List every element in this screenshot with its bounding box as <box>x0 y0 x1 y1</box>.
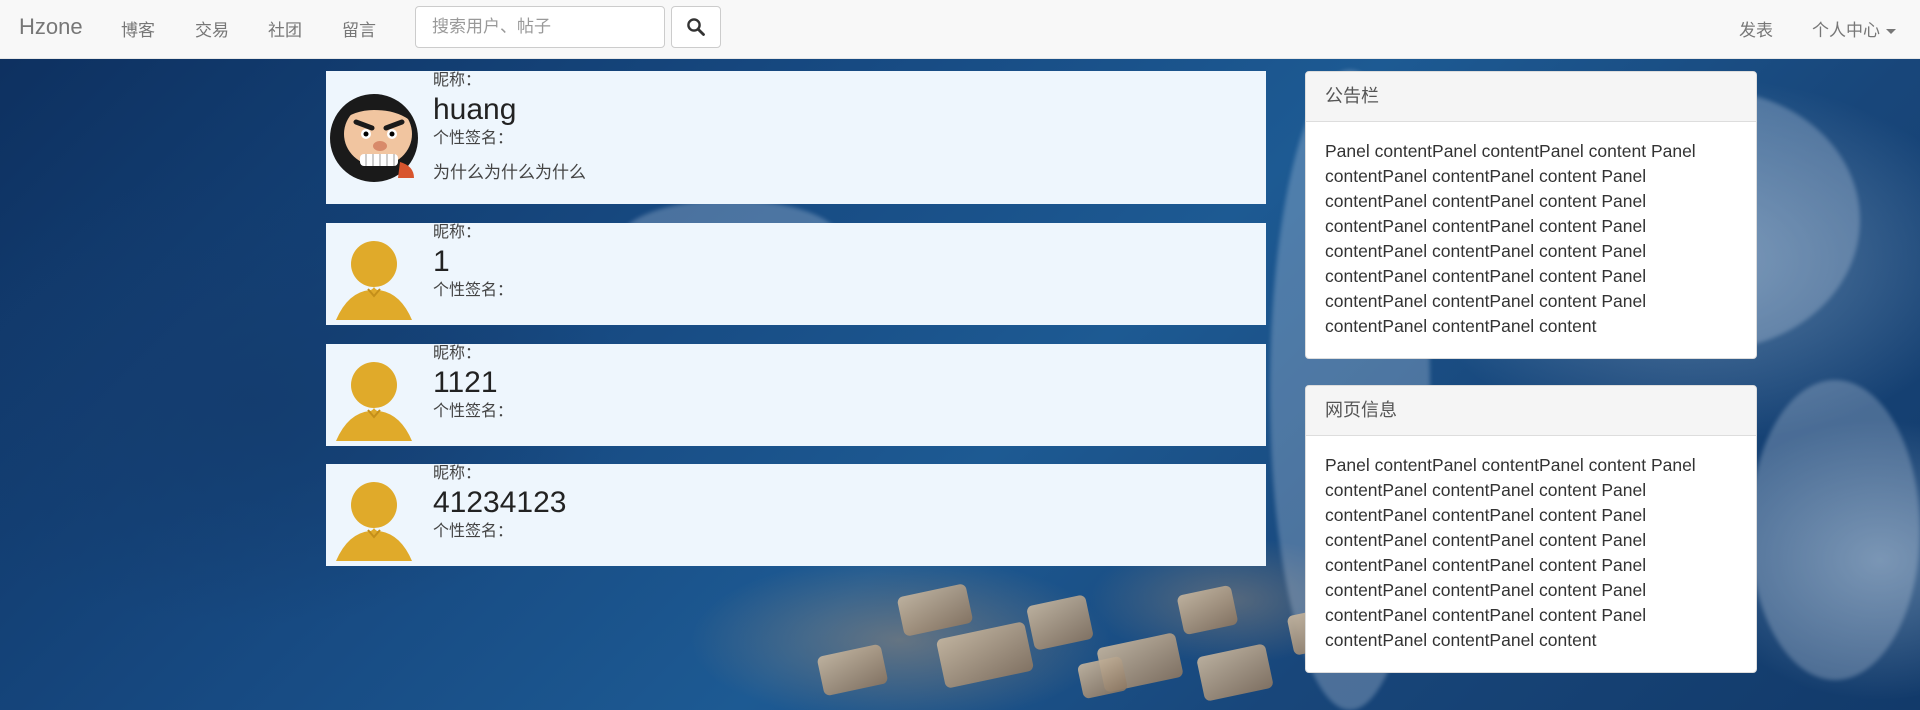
nav-link-message[interactable]: 留言 <box>342 16 376 41</box>
top-navbar: Hzone 博客 交易 社团 留言 发表 个人中心 <box>0 0 1920 59</box>
panel-body: Panel contentPanel contentPanel content … <box>1325 455 1696 650</box>
nickname-value: huang <box>433 93 517 126</box>
nickname-value: 1 <box>433 245 450 278</box>
default-person-avatar-icon <box>336 482 412 561</box>
search-button[interactable] <box>671 6 721 48</box>
cartoon-avatar-icon <box>330 94 418 182</box>
nickname-value: 1121 <box>433 366 498 399</box>
nickname-value: 41234123 <box>433 486 567 519</box>
user-card[interactable]: 昵称： 1121 个性签名： <box>326 344 1266 446</box>
nav-link-blog[interactable]: 博客 <box>121 16 155 41</box>
nickname-label: 昵称： <box>433 345 482 362</box>
nav-link-club[interactable]: 社团 <box>268 16 302 41</box>
signature-label: 个性签名： <box>433 282 514 299</box>
signature-value: 为什么为什么为什么 <box>433 163 586 182</box>
personal-center-dropdown[interactable]: 个人中心 <box>1812 16 1896 41</box>
nickname-label: 昵称： <box>433 465 482 482</box>
panel-body: Panel contentPanel contentPanel content … <box>1325 141 1696 336</box>
user-card[interactable]: 昵称： 1 个性签名： <box>326 223 1266 325</box>
nav-link-publish[interactable]: 发表 <box>1739 16 1773 41</box>
site-info-panel: 网页信息 Panel contentPanel contentPanel con… <box>1305 385 1757 673</box>
signature-label: 个性签名： <box>433 130 514 147</box>
default-person-avatar-icon <box>336 362 412 441</box>
nickname-label: 昵称： <box>433 72 482 89</box>
announcement-panel: 公告栏 Panel contentPanel contentPanel cont… <box>1305 71 1757 359</box>
nav-link-trade[interactable]: 交易 <box>195 16 229 41</box>
panel-title: 公告栏 <box>1306 72 1756 122</box>
chevron-down-icon <box>1886 29 1896 35</box>
signature-label: 个性签名： <box>433 523 514 540</box>
user-card[interactable]: 昵称： huang 个性签名： 为什么为什么为什么 <box>326 71 1266 204</box>
search-icon <box>687 18 705 36</box>
signature-label: 个性签名： <box>433 403 514 420</box>
personal-center-label: 个人中心 <box>1812 21 1880 40</box>
brand-logo[interactable]: Hzone <box>19 14 83 40</box>
search-input[interactable] <box>415 6 665 48</box>
panel-title: 网页信息 <box>1306 386 1756 436</box>
default-person-avatar-icon <box>336 241 412 320</box>
user-card[interactable]: 昵称： 41234123 个性签名： <box>326 464 1266 566</box>
nickname-label: 昵称： <box>433 224 482 241</box>
